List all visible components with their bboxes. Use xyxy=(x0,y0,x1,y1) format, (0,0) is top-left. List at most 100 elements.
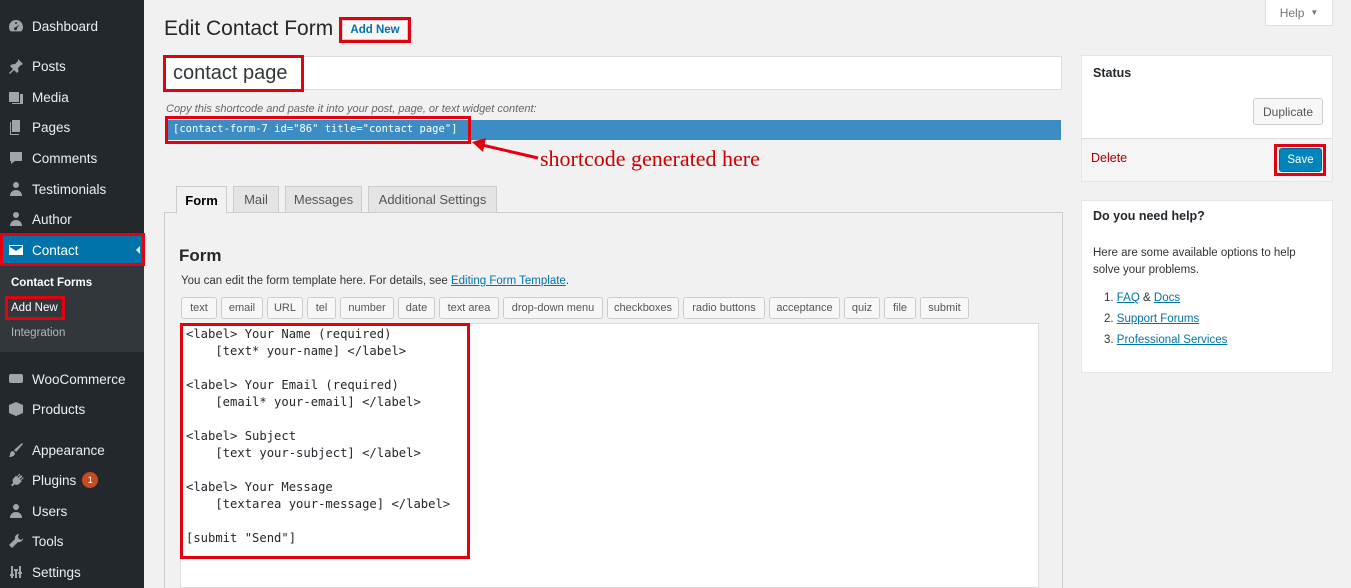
pin-icon xyxy=(8,58,24,74)
envelope-icon xyxy=(8,242,24,258)
sidebar-item-label: Author xyxy=(32,211,72,227)
caret-down-icon: ▼ xyxy=(1310,8,1319,17)
submenu-contact-forms[interactable]: Contact Forms xyxy=(11,277,92,289)
form-description: You can edit the form template here. For… xyxy=(181,275,569,287)
sidebar-item-label: Contact xyxy=(32,242,79,258)
sidebar-item-contact[interactable]: Contact xyxy=(0,235,144,265)
tag-button-dropdown[interactable]: drop-down menu xyxy=(503,297,603,319)
tag-button-tel[interactable]: tel xyxy=(307,297,336,319)
sidebar-item-users[interactable]: Users xyxy=(0,496,144,526)
comment-icon xyxy=(8,150,24,166)
delete-link[interactable]: Delete xyxy=(1091,151,1127,165)
sidebar-item-woocommerce[interactable]: WooCommerce xyxy=(0,364,144,394)
tag-button-checkboxes[interactable]: checkboxes xyxy=(607,297,679,319)
sidebar-item-settings[interactable]: Settings xyxy=(0,557,144,587)
sidebar-item-author[interactable]: Author xyxy=(0,204,144,234)
sidebar-item-label: Testimonials xyxy=(32,181,107,197)
code-line: [text your-subject] </label> xyxy=(186,446,421,460)
add-new-button[interactable]: Add New xyxy=(342,20,408,40)
sidebar-item-label: Users xyxy=(32,503,68,519)
form-description-text: You can edit the form template here. For… xyxy=(181,275,451,287)
duplicate-button[interactable]: Duplicate xyxy=(1253,98,1323,125)
sidebar-item-pages[interactable]: Pages xyxy=(0,112,144,142)
annotation-text: shortcode generated here xyxy=(540,146,760,171)
form-title-input[interactable]: contact page xyxy=(164,56,1062,90)
tag-button-url[interactable]: URL xyxy=(267,297,303,319)
dashboard-icon xyxy=(8,18,24,34)
tag-button-textarea[interactable]: text area xyxy=(439,297,499,319)
tab-additional-settings[interactable]: Additional Settings xyxy=(368,186,497,213)
sidebar-item-label: Comments xyxy=(32,150,98,166)
tab-messages[interactable]: Messages xyxy=(285,186,362,213)
tag-button-radio[interactable]: radio buttons xyxy=(683,297,765,319)
sidebar-item-plugins[interactable]: Plugins 1 xyxy=(0,465,144,495)
list-number: 2. xyxy=(1104,313,1114,325)
code-line: [text* your-name] </label> xyxy=(186,344,407,358)
help-list-item: 1. FAQ & Docs xyxy=(1104,292,1180,304)
save-button[interactable]: Save xyxy=(1279,148,1322,172)
code-line: [textarea your-message] </label> xyxy=(186,497,451,511)
form-description-suffix: . xyxy=(565,275,570,287)
support-forums-link[interactable]: Support Forums xyxy=(1117,313,1199,325)
settings-icon xyxy=(8,564,24,580)
admin-sidebar: Dashboard Posts Media Pages Comments Tes… xyxy=(0,0,144,588)
professional-services-link[interactable]: Professional Services xyxy=(1117,334,1228,346)
tab-form[interactable]: Form xyxy=(176,186,227,214)
sidebar-item-products[interactable]: Products xyxy=(0,394,144,424)
code-line: [email* your-email] </label> xyxy=(186,395,421,409)
sidebar-item-label: Pages xyxy=(32,119,71,135)
help-tab[interactable]: Help ▼ xyxy=(1265,0,1333,26)
tag-button-date[interactable]: date xyxy=(398,297,435,319)
sidebar-item-posts[interactable]: Posts xyxy=(0,51,144,81)
code-line: <label> Your Email (required) xyxy=(186,378,399,392)
media-icon xyxy=(8,89,24,105)
shortcode-hint: Copy this shortcode and paste it into yo… xyxy=(166,103,537,115)
sidebar-item-dashboard[interactable]: Dashboard xyxy=(0,11,144,41)
shortcode-text: [contact-form-7 id="86" title="contact p… xyxy=(173,123,458,135)
sidebar-item-comments[interactable]: Comments xyxy=(0,143,144,173)
sidebar-item-label: Settings xyxy=(32,564,81,580)
list-number: 1. xyxy=(1104,292,1114,304)
sidebar-item-media[interactable]: Media xyxy=(0,82,144,112)
editing-form-template-link[interactable]: Editing Form Template xyxy=(451,275,566,287)
wrench-icon xyxy=(8,533,24,549)
help-box xyxy=(1081,200,1333,373)
help-text: Here are some available options to help … xyxy=(1093,247,1296,276)
user-icon xyxy=(8,503,24,519)
tag-button-file[interactable]: file xyxy=(884,297,916,319)
sidebar-item-label: Media xyxy=(32,89,69,105)
tag-button-quiz[interactable]: quiz xyxy=(844,297,880,319)
code-line: <label> Subject xyxy=(186,429,297,443)
sidebar-item-label: Plugins xyxy=(32,472,77,488)
sidebar-item-label: Dashboard xyxy=(32,18,99,34)
tab-mail[interactable]: Mail xyxy=(233,186,279,213)
status-title: Status xyxy=(1093,66,1132,80)
box-icon xyxy=(8,401,24,417)
submenu-integration[interactable]: Integration xyxy=(11,327,65,339)
sidebar-item-label: Products xyxy=(32,401,86,417)
submenu-add-new[interactable]: Add New xyxy=(11,302,58,314)
plug-icon xyxy=(8,472,24,488)
tag-button-submit[interactable]: submit xyxy=(920,297,969,319)
faq-link[interactable]: FAQ xyxy=(1117,292,1140,304)
help-label: Help xyxy=(1279,5,1305,20)
sidebar-item-label: WooCommerce xyxy=(32,371,126,387)
sidebar-item-appearance[interactable]: Appearance xyxy=(0,435,144,465)
woo-icon xyxy=(8,371,24,387)
tag-button-number[interactable]: number xyxy=(340,297,394,319)
sidebar-item-label: Tools xyxy=(32,533,64,549)
plugins-update-badge: 1 xyxy=(82,472,99,488)
pages-icon xyxy=(8,119,24,135)
code-line: <label> Your Name (required) xyxy=(186,327,392,341)
sidebar-item-tools[interactable]: Tools xyxy=(0,526,144,556)
tag-button-acceptance[interactable]: acceptance xyxy=(769,297,840,319)
sidebar-item-testimonials[interactable]: Testimonials xyxy=(0,174,144,204)
form-heading: Form xyxy=(179,246,222,265)
annotation-arrow-icon xyxy=(472,138,539,160)
users-icon xyxy=(8,181,24,197)
docs-link[interactable]: Docs xyxy=(1154,292,1180,304)
tag-button-text[interactable]: text xyxy=(181,297,217,319)
sidebar-item-label: Appearance xyxy=(32,442,105,458)
tag-button-email[interactable]: email xyxy=(221,297,263,319)
page-title: Edit Contact Form xyxy=(164,17,334,40)
